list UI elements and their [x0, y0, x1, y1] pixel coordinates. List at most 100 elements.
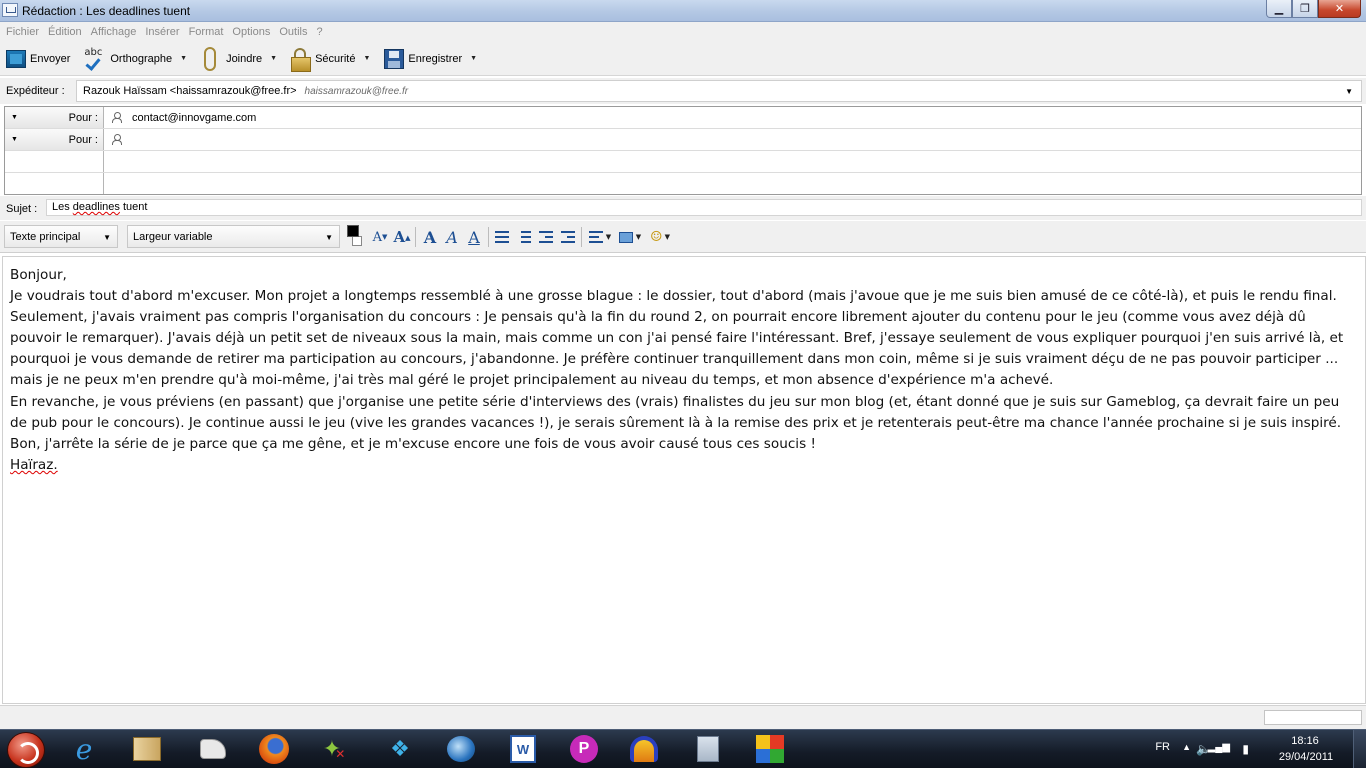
- recipient-address-field[interactable]: contact@innovgame.com: [105, 107, 1361, 128]
- compose-window-icon[interactable]: [2, 3, 18, 17]
- clock-date[interactable]: 29/04/2011: [1273, 751, 1339, 763]
- sender-email-hint: haissamrazouk@free.fr: [304, 85, 409, 97]
- recipient-type-label: Pour :: [68, 111, 98, 124]
- send-button[interactable]: Envoyer: [5, 44, 75, 74]
- recipient-address-field[interactable]: [105, 129, 1361, 150]
- menu-edition[interactable]: Édition: [48, 26, 82, 38]
- subject-label: Sujet :: [6, 203, 38, 215]
- paragraph-style-select[interactable]: Texte principal ▼: [4, 225, 118, 248]
- save-button[interactable]: Enregistrer ▼: [383, 44, 482, 74]
- audacity-icon[interactable]: [626, 733, 662, 765]
- power-icon[interactable]: ▮: [1242, 742, 1249, 756]
- window-controls: ▁ ❐ ✕: [1266, 0, 1361, 19]
- firefox-icon[interactable]: [256, 733, 292, 765]
- window-title: Rédaction : Les deadlines tuent: [22, 4, 191, 18]
- align-dropdown-icon[interactable]: ▼: [587, 226, 613, 248]
- sender-identity: Razouk Haïssam <haissamrazouk@free.fr>: [83, 85, 297, 97]
- body-line: Bon, j'arrête la série de je parce que ç…: [10, 435, 816, 452]
- menu-affichage[interactable]: Affichage: [91, 26, 137, 38]
- windows-explorer-icon[interactable]: [129, 733, 165, 765]
- floppy-disk-icon: [384, 48, 405, 69]
- toolbar-separator: [415, 227, 416, 247]
- recipient-address: contact@innovgame.com: [132, 111, 257, 124]
- messenger-icon[interactable]: ✦ ✕: [316, 733, 352, 765]
- signature: Haïraz.: [10, 456, 58, 473]
- underline-icon[interactable]: A: [465, 226, 483, 248]
- clock-time[interactable]: 18:16: [1274, 735, 1336, 747]
- paragraph-style-value: Texte principal: [10, 230, 81, 243]
- recipient-type-select[interactable]: ▼ Pour :: [5, 129, 104, 150]
- attach-button[interactable]: Joindre ▼: [200, 44, 282, 74]
- twitter-client-icon[interactable]: ❖: [382, 733, 418, 765]
- outdent-icon[interactable]: [537, 226, 555, 248]
- chevron-down-icon: ▼: [11, 114, 18, 121]
- picasa-icon[interactable]: P: [566, 733, 602, 765]
- system-tray: FR ▲ 🔈 ▂▄▆ ▮ 18:16 29/04/2011: [1126, 730, 1366, 768]
- message-body-editor[interactable]: Bonjour, Je voudrais tout d'abord m'excu…: [2, 256, 1366, 704]
- insert-object-dropdown-icon[interactable]: ▼: [617, 226, 643, 248]
- thunderbird-icon[interactable]: [443, 733, 479, 765]
- bullet-list-icon[interactable]: [493, 226, 511, 248]
- calculator-icon[interactable]: [690, 733, 726, 765]
- network-signal-icon[interactable]: ▂▄▆: [1208, 742, 1230, 753]
- numbered-list-icon[interactable]: [515, 226, 533, 248]
- subject-text-before: Les: [52, 201, 73, 213]
- chevron-down-icon: ▼: [325, 233, 333, 242]
- sender-select[interactable]: Razouk Haïssam <haissamrazouk@free.fr> h…: [76, 80, 1362, 102]
- recipient-type-blank: [5, 173, 104, 194]
- attach-dropdown-icon[interactable]: ▼: [270, 55, 277, 62]
- background-color-swatch[interactable]: [352, 236, 362, 246]
- recipient-row-empty[interactable]: [5, 151, 1361, 173]
- chevron-down-icon: ▼: [11, 136, 18, 143]
- subject-misspelled-word: deadlines: [72, 201, 120, 213]
- menu-format[interactable]: Format: [189, 26, 224, 38]
- recipient-type-select[interactable]: ▼ Pour :: [5, 107, 104, 128]
- show-desktop-button[interactable]: [1353, 730, 1366, 768]
- paint-icon[interactable]: [195, 733, 231, 765]
- menu-options[interactable]: Options: [232, 26, 270, 38]
- spelling-dropdown-icon[interactable]: ▼: [180, 55, 187, 62]
- format-toolbar: Texte principal ▼ Largeur variable ▼ A ▼ …: [0, 221, 1366, 253]
- italic-icon[interactable]: A: [443, 226, 461, 248]
- close-button[interactable]: ✕: [1318, 0, 1361, 18]
- spelling-label: Orthographe: [110, 52, 173, 65]
- minimize-button[interactable]: ▁: [1266, 0, 1292, 18]
- security-button[interactable]: Sécurité ▼: [290, 44, 375, 74]
- recipients-list: ▼ Pour : contact@innovgame.com ▼ Pour :: [4, 106, 1362, 195]
- menu-help[interactable]: ?: [316, 26, 322, 38]
- menu-outils[interactable]: Outils: [279, 26, 307, 38]
- indent-icon[interactable]: [559, 226, 577, 248]
- recipient-type-label: Pour :: [68, 133, 98, 146]
- font-smaller-icon[interactable]: A ▼: [371, 226, 389, 248]
- recipient-row-empty[interactable]: [5, 173, 1361, 195]
- status-bar: [0, 705, 1366, 729]
- spelling-button[interactable]: abc Orthographe ▼: [83, 44, 192, 74]
- bold-icon[interactable]: A: [421, 226, 439, 248]
- media-player-icon[interactable]: [752, 733, 788, 765]
- font-select[interactable]: Largeur variable ▼: [127, 225, 340, 248]
- sender-label: Expéditeur :: [6, 85, 65, 97]
- menu-fichier[interactable]: Fichier: [6, 26, 39, 38]
- font-larger-icon[interactable]: A ▲: [392, 226, 412, 248]
- word-icon[interactable]: W: [505, 733, 541, 765]
- font-value: Largeur variable: [133, 230, 213, 243]
- spellcheck-icon: abc: [84, 47, 106, 71]
- save-dropdown-icon[interactable]: ▼: [470, 55, 477, 62]
- language-indicator[interactable]: FR: [1155, 741, 1170, 753]
- body-line: mais je ne peux m'en prendre qu'à moi-mê…: [10, 372, 1054, 389]
- chevron-down-icon[interactable]: ▼: [1345, 87, 1353, 96]
- security-dropdown-icon[interactable]: ▼: [363, 55, 370, 62]
- maximize-button[interactable]: ❐: [1292, 0, 1318, 18]
- text-color-swatch[interactable]: [347, 225, 359, 237]
- recipient-row: ▼ Pour : contact@innovgame.com: [5, 107, 1361, 129]
- recipient-type-blank: [5, 151, 104, 172]
- show-hidden-icons-icon[interactable]: ▲: [1182, 742, 1191, 752]
- menu-inserer[interactable]: Insérer: [145, 26, 179, 38]
- start-button[interactable]: [7, 732, 45, 768]
- internet-explorer-icon[interactable]: e: [66, 733, 102, 766]
- body-line: pourquoi je vous demande de retirer ma p…: [10, 351, 1339, 368]
- subject-input[interactable]: Les deadlines tuent: [46, 199, 1362, 216]
- title-bar: Rédaction : Les deadlines tuent ▁ ❐ ✕: [0, 0, 1366, 22]
- subject-text-after: tuent: [119, 201, 148, 213]
- smiley-dropdown-icon[interactable]: ☺ ▼: [647, 226, 673, 248]
